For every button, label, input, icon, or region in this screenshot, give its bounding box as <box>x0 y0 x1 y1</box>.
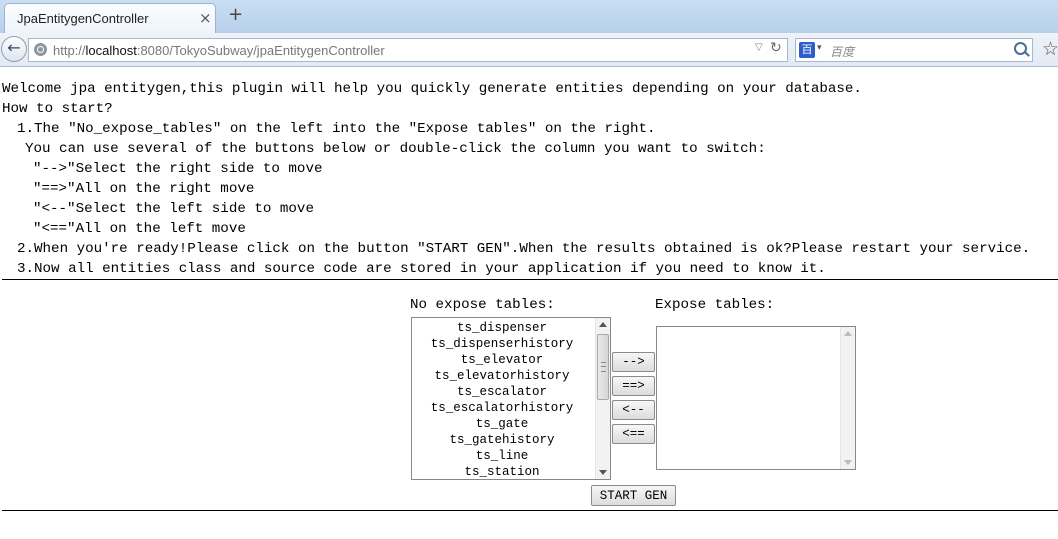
reload-icon[interactable]: ↻ <box>770 40 782 56</box>
globe-icon <box>34 43 47 56</box>
url-host: localhost <box>85 43 137 58</box>
step-3-text: 3.Now all entities class and source code… <box>17 261 826 277</box>
url-dropdown-icon[interactable]: ▽ <box>755 42 763 53</box>
address-bar[interactable]: http://localhost:8080/TokyoSubway/jpaEnt… <box>28 38 788 62</box>
move-left-button[interactable]: <-- <box>612 400 655 420</box>
all-left-button[interactable]: <== <box>612 424 655 444</box>
list-item[interactable]: ts_dispenser <box>412 320 592 336</box>
move-right-button[interactable]: --> <box>612 352 655 372</box>
step-1-note: You can use several of the buttons below… <box>25 141 766 157</box>
search-icon[interactable] <box>1014 42 1027 55</box>
list-item[interactable]: ts_elevator <box>412 352 592 368</box>
expose-scrollbar[interactable] <box>840 327 855 469</box>
url-path: :8080/TokyoSubway/jpaEntitygenController <box>136 43 385 58</box>
list-item[interactable]: ts_station <box>412 464 592 479</box>
page-content: Welcome jpa entitygen,this plugin will h… <box>0 67 1058 539</box>
no-expose-tables-list[interactable]: ts_dispenser ts_dispenserhistory ts_elevat… <box>411 317 611 480</box>
list-item[interactable]: ts_elevatorhistory <box>412 368 592 384</box>
tab-close-icon[interactable]: × <box>199 9 212 27</box>
new-tab-icon[interactable]: + <box>228 4 243 25</box>
scroll-down-icon[interactable] <box>599 470 607 475</box>
hint-move-right: "-->"Select the right side to move <box>33 161 323 177</box>
search-engine-icon[interactable]: 百 <box>799 42 815 58</box>
hint-move-left: "<--"Select the left side to move <box>33 201 314 217</box>
step-1-text: 1.The "No_expose_tables" on the left int… <box>17 121 656 137</box>
start-gen-button[interactable]: START GEN <box>591 485 676 506</box>
how-to-start-heading: How to start? <box>2 101 113 117</box>
step-2-text: 2.When you're ready!Please click on the … <box>17 241 1031 257</box>
list-item[interactable]: ts_gatehistory <box>412 432 592 448</box>
hint-all-left: "<=="All on the left move <box>33 221 246 237</box>
list-item[interactable]: ts_dispenserhistory <box>412 336 592 352</box>
grip-icon <box>601 362 606 372</box>
bookmark-star-icon[interactable]: ☆ <box>1042 38 1058 60</box>
expose-label: Expose tables: <box>655 297 775 313</box>
search-placeholder[interactable]: 百度 <box>830 43 854 60</box>
search-bar[interactable]: 百 ▾ 百度 <box>795 38 1033 62</box>
top-divider <box>2 279 1058 280</box>
list-item[interactable]: ts_gate <box>412 416 592 432</box>
list-item[interactable]: ts_escalator <box>412 384 592 400</box>
browser-titlebar: JpaEntitygenController × + <box>0 0 1058 33</box>
scroll-up-icon[interactable] <box>844 331 852 336</box>
url-text[interactable]: http://localhost:8080/TokyoSubway/jpaEnt… <box>53 43 385 58</box>
back-arrow-icon[interactable]: ← <box>1 36 27 62</box>
bottom-divider <box>2 510 1058 511</box>
scroll-down-icon[interactable] <box>844 460 852 465</box>
list-item[interactable]: ts_line <box>412 448 592 464</box>
scroll-up-icon[interactable] <box>599 322 607 327</box>
browser-navbar: ← http://localhost:8080/TokyoSubway/jpaE… <box>0 33 1058 67</box>
all-right-button[interactable]: ==> <box>612 376 655 396</box>
engine-dropdown-icon[interactable]: ▾ <box>817 43 822 53</box>
url-prefix: http:// <box>53 43 86 58</box>
no-expose-label: No expose tables: <box>410 297 555 313</box>
welcome-text: Welcome jpa entitygen,this plugin will h… <box>2 81 862 97</box>
browser-tab[interactable]: JpaEntitygenController × <box>4 3 216 33</box>
scroll-thumb[interactable] <box>597 334 609 400</box>
no-expose-scrollbar[interactable] <box>595 318 610 479</box>
list-item[interactable]: ts_escalatorhistory <box>412 400 592 416</box>
tab-title: JpaEntitygenController <box>17 11 149 26</box>
expose-tables-list[interactable] <box>656 326 856 470</box>
hint-all-right: "==>"All on the right move <box>33 181 255 197</box>
